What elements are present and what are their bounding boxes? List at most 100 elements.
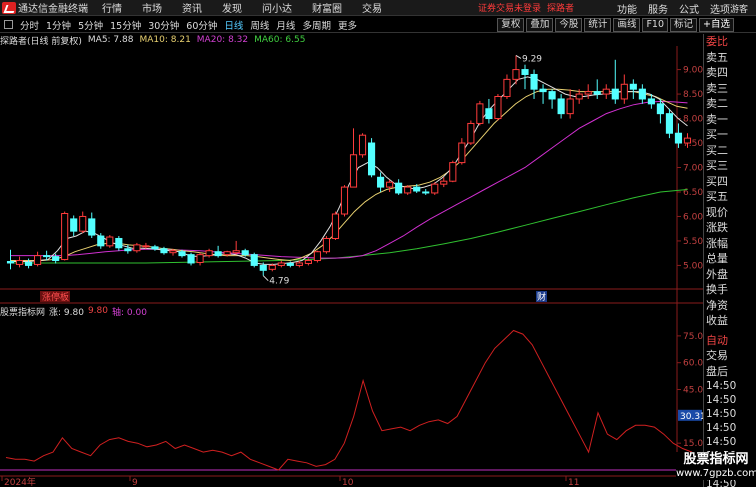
candle-body-33 — [304, 260, 312, 264]
x-tick-label-1: 9 — [132, 478, 138, 487]
side-label-13: 涨幅 — [706, 236, 728, 250]
sub-indicator-v1: 涨: 9.80 — [49, 307, 84, 318]
candle-body-47 — [431, 183, 439, 194]
candle-body-1 — [15, 260, 24, 265]
candle-body-71 — [647, 98, 655, 105]
candle-body-13 — [124, 248, 132, 252]
candle-body-75 — [683, 137, 692, 144]
candle-body-51 — [467, 122, 475, 144]
tool-add-watchlist[interactable]: +自选 — [699, 18, 734, 32]
candle-body-44 — [404, 186, 412, 194]
candle-body-50 — [458, 142, 466, 164]
watermark: 股票指标网 www.7gpzb.com — [676, 452, 756, 480]
side-label-6: 买一 — [706, 128, 728, 141]
candle-body-7 — [70, 218, 78, 232]
candle-body-52 — [476, 103, 484, 124]
watermark-url: www.7gpzb.com — [676, 468, 756, 479]
sub-indicator-info: 股票指标网 涨: 9.80 9.80 轴: 0.00 — [0, 305, 151, 318]
side-label-0: 委比 — [706, 35, 728, 48]
candle-body-9 — [88, 218, 96, 236]
candle-body-21 — [196, 254, 204, 263]
candle-body-69 — [629, 83, 637, 90]
candle-body-20 — [187, 254, 195, 264]
finance-marker: 财 — [537, 291, 546, 303]
candle-body-55 — [503, 78, 511, 98]
candle-body-64 — [584, 91, 592, 95]
side-label-10: 买五 — [706, 190, 728, 203]
candle-body-49 — [449, 162, 457, 182]
candle-body-53 — [485, 108, 493, 120]
candle-body-59 — [539, 88, 547, 93]
side-label-15: 外盘 — [706, 267, 728, 281]
side-label-2: 卖四 — [706, 66, 728, 79]
side-label-1: 卖五 — [706, 50, 728, 64]
limit-up-marker: 涨停板 — [42, 291, 69, 303]
menu-options[interactable]: 选项 — [710, 1, 730, 16]
sub-indicator-v2: 9.80 — [87, 306, 108, 316]
side-sub-label-0[interactable]: 自动 — [704, 333, 756, 349]
candle-body-66 — [602, 88, 610, 95]
side-label-8: 买三 — [706, 159, 728, 172]
candle-body-60 — [548, 91, 556, 100]
candle-body-3 — [34, 255, 42, 265]
candle-body-36 — [331, 213, 340, 239]
candle-body-24 — [223, 251, 231, 256]
candle-body-28 — [259, 264, 267, 271]
candle-body-65 — [593, 91, 601, 95]
candle-body-6 — [61, 213, 69, 261]
candle-body-56 — [512, 69, 520, 80]
price-chart[interactable]: 9.008.508.007.507.006.506.005.505.00 9.2… — [0, 0, 703, 487]
y-tick-label-8: 5.00 — [683, 261, 703, 271]
candle-body-32 — [295, 262, 303, 266]
x-tick-label-2: 10 — [342, 478, 354, 487]
guest-label[interactable]: 游客 — [730, 2, 748, 15]
x-tick-label-0: 2024年 — [4, 476, 36, 487]
candle-body-72 — [656, 103, 664, 115]
candle-body-14 — [133, 244, 141, 252]
candle-body-63 — [575, 93, 583, 100]
candle-body-57 — [521, 69, 529, 75]
candle-body-11 — [106, 236, 114, 247]
candle-body-23 — [214, 251, 222, 257]
side-label-9: 买四 — [706, 174, 728, 188]
trade-time-3: 14:50 — [706, 422, 737, 434]
candle-body-70 — [638, 88, 646, 100]
sub-current-value: 30.31 — [680, 412, 703, 422]
candle-body-74 — [674, 132, 683, 144]
candle-body-29 — [268, 264, 276, 270]
candle-body-19 — [178, 251, 186, 257]
side-label-14: 总量 — [706, 252, 728, 265]
side-sub-label-1[interactable]: 交易 — [704, 348, 756, 364]
candle-body-2 — [24, 261, 33, 266]
y-tick-label-0: 9.00 — [683, 66, 703, 76]
candle-body-34 — [313, 251, 321, 262]
y-tick-label-6: 6.00 — [683, 212, 703, 222]
side-sub-label-2[interactable]: 盘后 — [704, 364, 756, 380]
candle-body-17 — [160, 248, 168, 254]
candle-body-18 — [169, 250, 177, 254]
candle-body-73 — [665, 113, 674, 134]
side-label-4: 卖二 — [706, 97, 728, 110]
side-label-11: 现价 — [706, 205, 728, 219]
sub-indicator-name: 股票指标网 — [0, 307, 46, 318]
candle-body-12 — [115, 237, 123, 249]
y-tick-label-2: 8.00 — [683, 115, 703, 125]
x-tick-label-3: 11 — [568, 478, 579, 487]
candle-body-27 — [250, 254, 258, 266]
candle-body-48 — [440, 180, 448, 185]
high-price-label: 9.29 — [522, 54, 542, 64]
candle-body-10 — [97, 235, 105, 247]
candle-body-0 — [6, 261, 15, 264]
chart-bg — [0, 46, 703, 487]
trade-time-1: 14:50 — [706, 394, 737, 406]
candle-body-68 — [620, 83, 628, 100]
quote-side-panel: 委比 卖五 卖四 卖三 卖二 卖一 买一 买二 买三 买四 买五 现价 涨跌 涨幅 总量 外盘 换手 净资 收益 自… — [703, 34, 756, 487]
candle-body-61 — [557, 98, 565, 115]
candle-body-8 — [79, 215, 87, 232]
side-label-16: 换手 — [706, 283, 728, 296]
candle-body-31 — [286, 262, 294, 266]
sub-y-tick-label-1: 60.00 — [683, 359, 703, 369]
candle-body-42 — [386, 181, 394, 188]
trade-time-2: 14:50 — [706, 408, 737, 420]
candle-body-62 — [566, 98, 574, 115]
